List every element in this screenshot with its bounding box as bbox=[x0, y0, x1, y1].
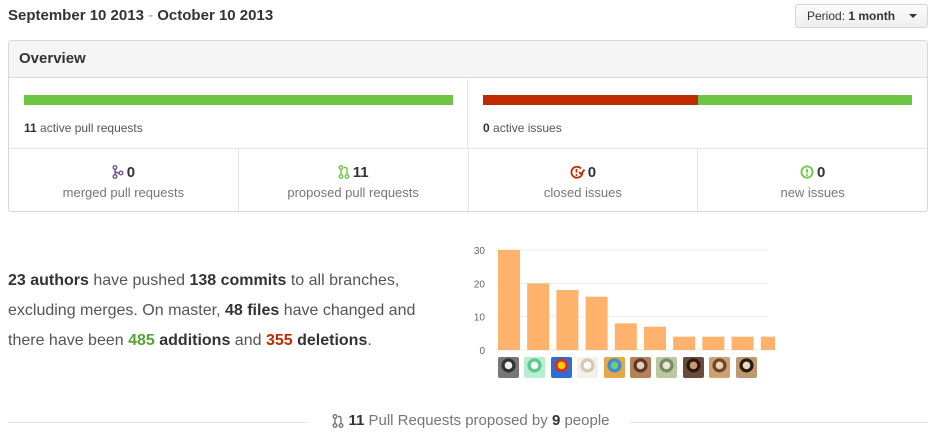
stat-label: closed issues bbox=[543, 185, 622, 200]
stat-number: 0 bbox=[816, 163, 826, 181]
chart-canvas: 30 20 10 0 bbox=[474, 246, 775, 357]
stat-number: 11 bbox=[352, 163, 369, 181]
active-issues-label: active issues bbox=[493, 121, 562, 135]
active-issues[interactable]: 0 active issues bbox=[483, 121, 562, 135]
period-value: 1 month bbox=[848, 9, 896, 23]
issue-opened-icon bbox=[800, 165, 814, 179]
author-avatar[interactable] bbox=[629, 357, 651, 378]
chart-bar[interactable] bbox=[585, 296, 608, 350]
stats-row: 0 merged pull requests 11 proposed pull … bbox=[9, 149, 927, 211]
author-avatar[interactable] bbox=[656, 357, 678, 378]
issue-closed-icon bbox=[570, 165, 585, 179]
overview-title: Overview bbox=[9, 41, 927, 78]
commits-count: 138 commits bbox=[189, 272, 287, 289]
chart-bar[interactable] bbox=[702, 336, 725, 350]
author-avatar[interactable] bbox=[498, 357, 519, 378]
active-pull-requests-count: 11 bbox=[24, 121, 37, 135]
chart-bar[interactable] bbox=[614, 323, 637, 350]
author-avatar[interactable] bbox=[682, 357, 704, 378]
chart-bar[interactable] bbox=[556, 290, 579, 350]
overview-panel: Overview 11 active pull requests 0 activ… bbox=[8, 40, 928, 212]
chart-bar[interactable] bbox=[644, 326, 666, 350]
summary-text: . bbox=[367, 332, 372, 349]
date-range: September 10 2013 - October 10 2013 bbox=[8, 7, 273, 24]
authors-count: 23 authors bbox=[8, 272, 89, 289]
chart-bar[interactable] bbox=[673, 336, 696, 350]
footer-text-1: Pull Requests proposed by bbox=[364, 412, 552, 429]
date-start: September 10 2013 bbox=[8, 7, 144, 24]
period-label: Period: bbox=[807, 9, 846, 23]
author-avatar[interactable] bbox=[709, 357, 731, 378]
active-issues-count: 0 bbox=[483, 121, 490, 135]
pull-request-icon bbox=[332, 413, 344, 428]
stat-label: proposed pull requests bbox=[287, 185, 419, 200]
stat-number: 0 bbox=[126, 163, 136, 181]
issues-progress-bar bbox=[483, 95, 912, 105]
pull-requests-footer: 11 Pull Requests proposed by 9 people bbox=[0, 412, 942, 432]
chart-bar[interactable] bbox=[760, 336, 775, 350]
date-end: October 10 2013 bbox=[157, 7, 274, 24]
stat-merged-pull-requests[interactable]: 0 merged pull requests bbox=[9, 149, 239, 211]
author-avatar[interactable] bbox=[735, 357, 757, 378]
stat-proposed-pull-requests[interactable]: 11 proposed pull requests bbox=[239, 149, 469, 211]
y-tick-label: 0 bbox=[479, 346, 485, 357]
footer-text-2: people bbox=[560, 412, 610, 429]
files-count: 48 files bbox=[224, 302, 280, 319]
additions-label: additions bbox=[154, 332, 231, 349]
footer-pr-count: 11 bbox=[348, 412, 365, 429]
issues-summary: 0 active issues bbox=[468, 79, 927, 149]
commit-summary: 23 authors have pushed 138 commits to al… bbox=[8, 266, 428, 356]
y-tick-label: 10 bbox=[474, 313, 486, 324]
y-tick-label: 20 bbox=[474, 279, 486, 290]
pull-requests-progress-bar bbox=[24, 95, 453, 105]
deletions-count: 355 bbox=[265, 332, 293, 349]
active-pull-requests[interactable]: 11 active pull requests bbox=[24, 121, 143, 135]
progress-closed bbox=[483, 95, 698, 105]
merge-icon bbox=[112, 165, 124, 179]
author-avatars bbox=[498, 357, 762, 378]
period-dropdown-button[interactable]: Period: 1 month bbox=[795, 4, 928, 28]
active-pull-requests-label: active pull requests bbox=[40, 121, 143, 135]
chart-bar[interactable] bbox=[498, 250, 520, 350]
date-separator: - bbox=[143, 7, 158, 24]
stat-label: new issues bbox=[780, 185, 845, 200]
progress-open bbox=[697, 95, 912, 105]
stat-closed-issues[interactable]: 0 closed issues bbox=[469, 149, 699, 211]
author-avatar[interactable] bbox=[524, 357, 546, 378]
author-avatar[interactable] bbox=[603, 357, 625, 378]
deletions-label: deletions bbox=[292, 332, 368, 349]
caret-down-icon bbox=[909, 14, 917, 18]
pull-request-icon bbox=[338, 165, 350, 179]
author-avatar[interactable] bbox=[577, 357, 599, 378]
stat-number: 0 bbox=[587, 163, 597, 181]
summary-text: have pushed bbox=[88, 272, 190, 289]
progress-open bbox=[24, 95, 453, 105]
y-tick-label: 30 bbox=[474, 246, 486, 257]
summary-text: and bbox=[230, 332, 266, 349]
chart-bar[interactable] bbox=[527, 283, 550, 350]
chart-bar[interactable] bbox=[731, 336, 754, 350]
pull-requests-summary: 11 active pull requests bbox=[9, 79, 468, 149]
additions-count: 485 bbox=[128, 332, 155, 349]
stat-new-issues[interactable]: 0 new issues bbox=[698, 149, 927, 211]
commits-by-author-chart: 30 20 10 0 bbox=[465, 240, 775, 380]
stat-label: merged pull requests bbox=[62, 185, 185, 200]
author-avatar[interactable] bbox=[550, 357, 572, 378]
